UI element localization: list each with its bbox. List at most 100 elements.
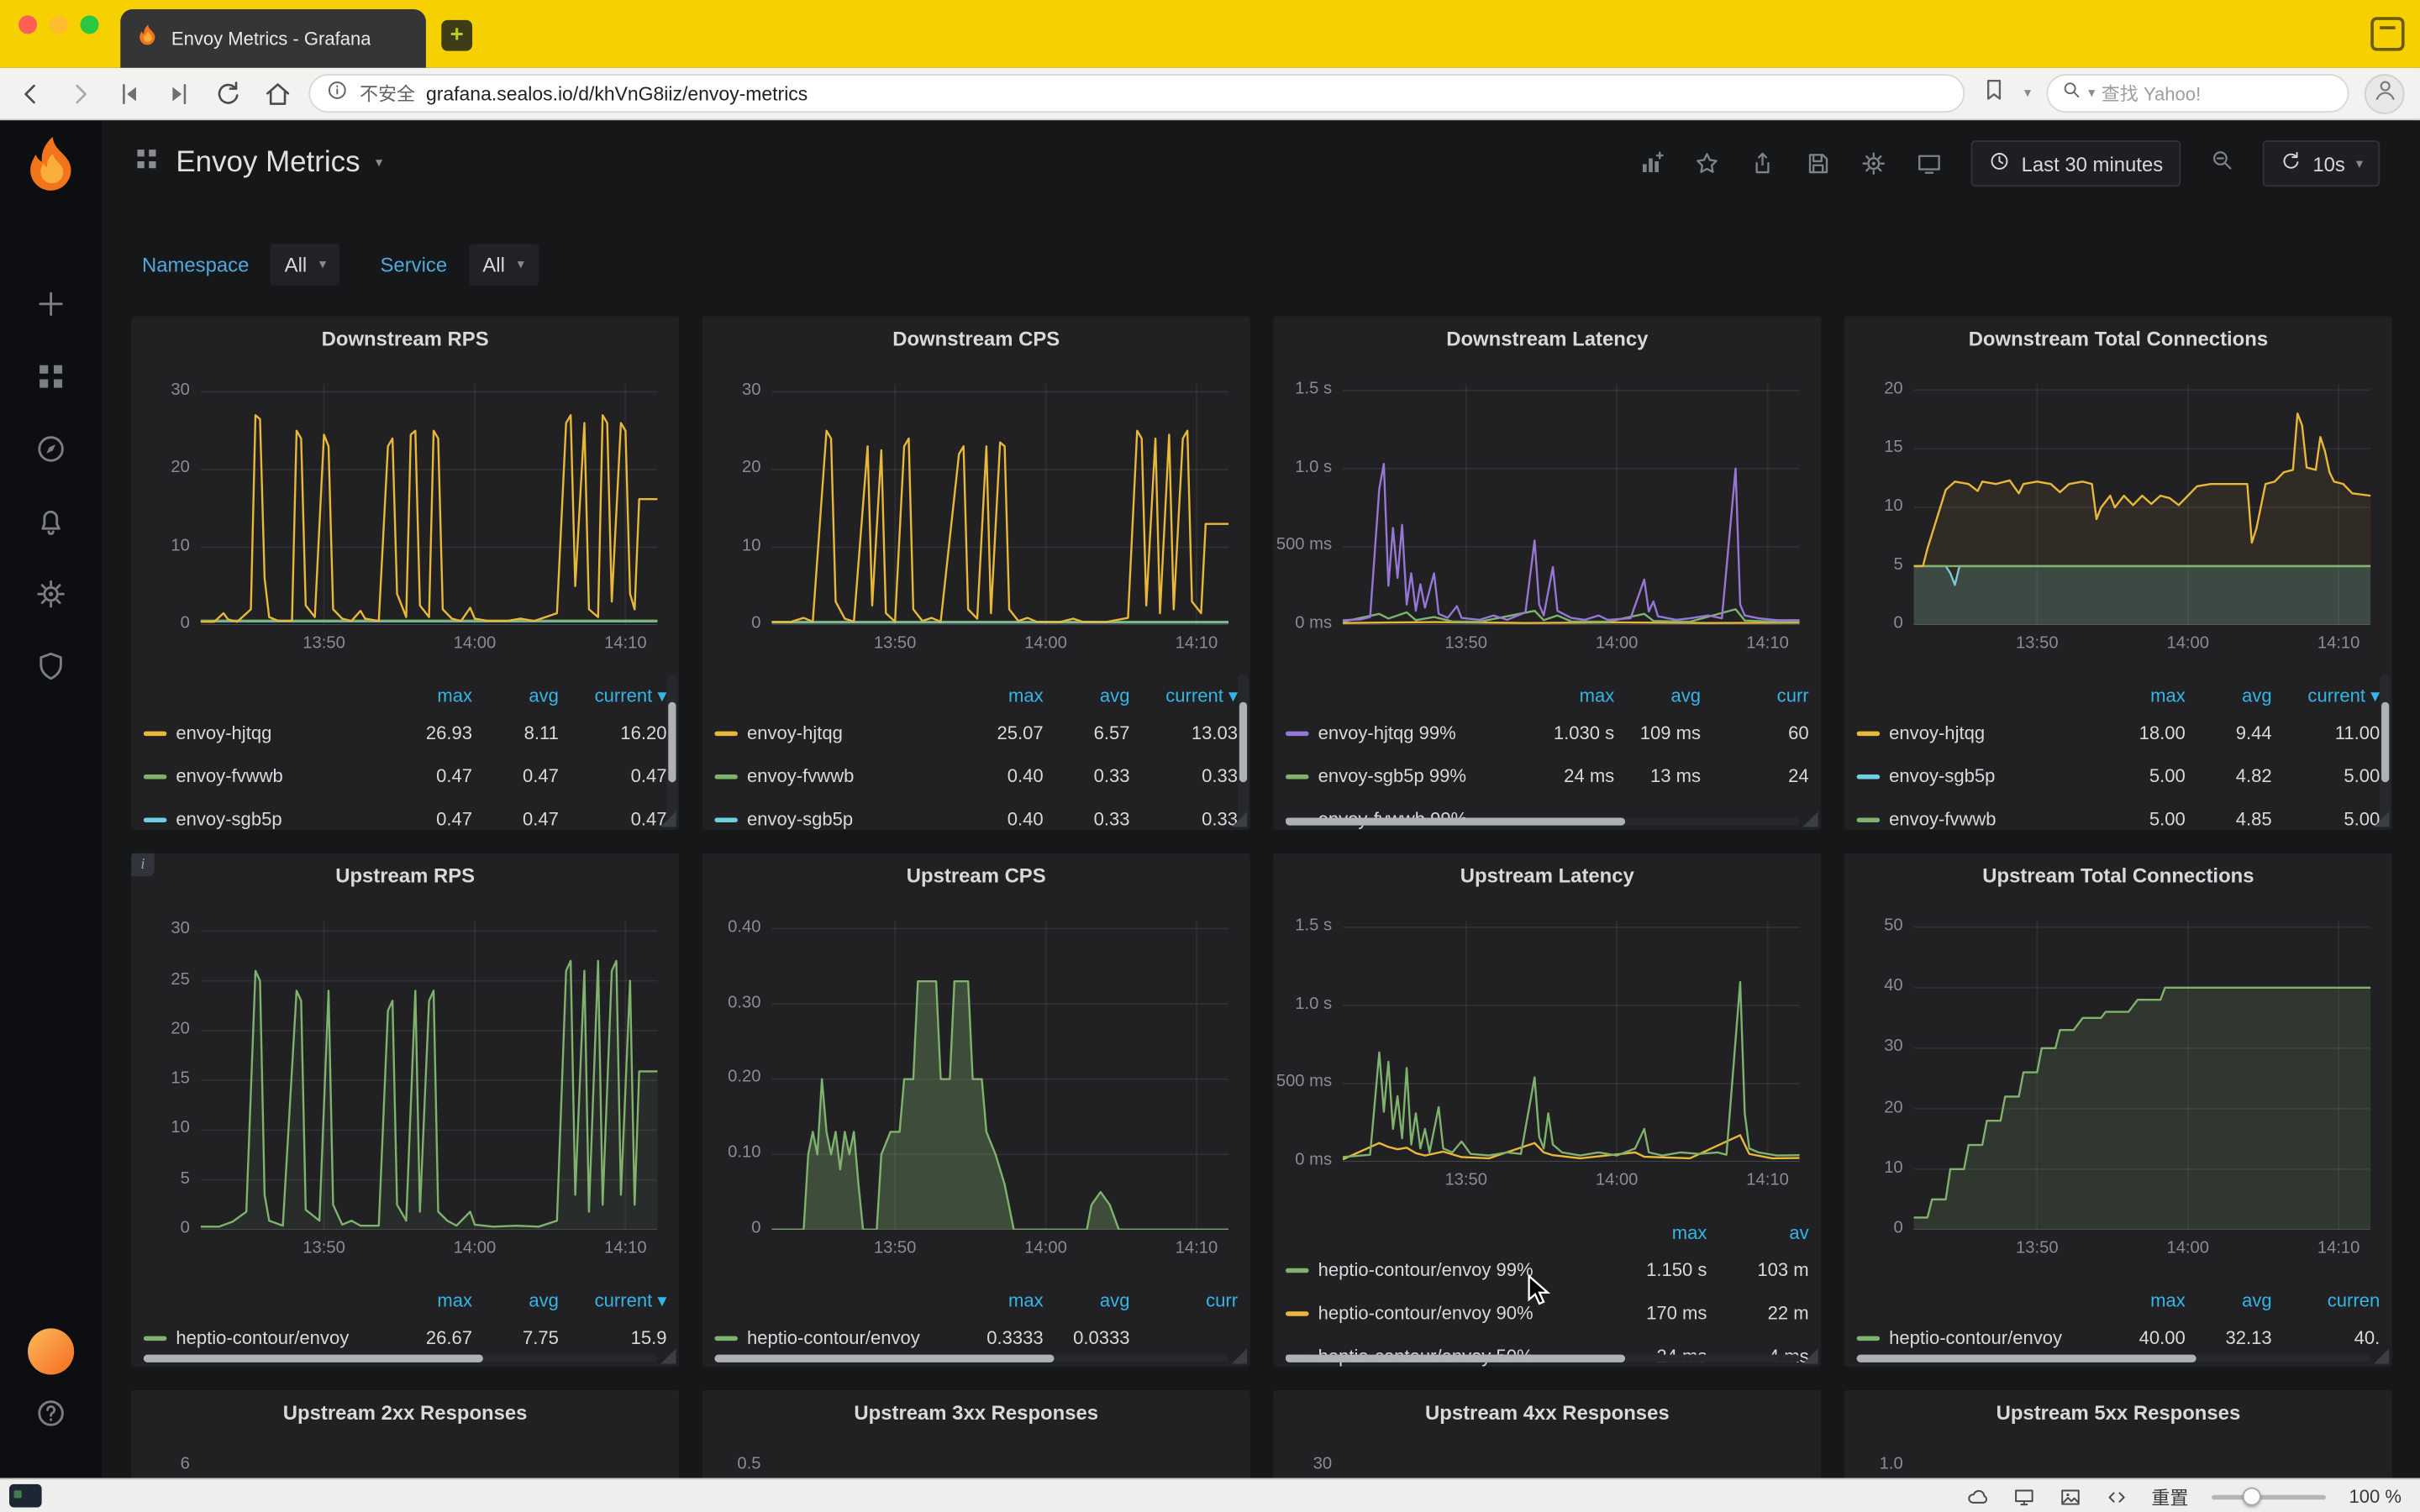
scrollbar-thumb[interactable] xyxy=(668,702,676,783)
legend-column-avg[interactable]: avg xyxy=(1044,685,1130,706)
legend-column-avg[interactable]: avg xyxy=(1614,685,1701,706)
legend-column-max[interactable]: max xyxy=(2099,685,2186,706)
slider-knob[interactable] xyxy=(2243,1488,2261,1506)
series-color-swatch[interactable] xyxy=(714,774,738,779)
star-icon[interactable] xyxy=(1692,150,1720,177)
legend-column-max[interactable]: max xyxy=(1528,685,1614,706)
create-plus-icon[interactable] xyxy=(34,287,67,321)
scrollbar-thumb[interactable] xyxy=(1857,1355,2196,1362)
share-icon[interactable] xyxy=(1748,150,1776,177)
panel-title[interactable]: Upstream CPS xyxy=(907,864,1046,887)
series-color-swatch[interactable] xyxy=(1857,817,1881,822)
panel-title[interactable]: Upstream 5xx Responses xyxy=(1996,1400,2241,1424)
profile-avatar[interactable] xyxy=(2365,73,2405,113)
scrollbar-thumb[interactable] xyxy=(2381,702,2389,783)
forward-icon[interactable] xyxy=(65,78,96,109)
legend-series[interactable]: heptio-contour/envoy xyxy=(714,1327,956,1349)
scrollbar-thumb[interactable] xyxy=(144,1355,483,1362)
skip-forward-icon[interactable] xyxy=(164,78,195,109)
back-icon[interactable] xyxy=(15,78,46,109)
scrollbar-thumb[interactable] xyxy=(1286,1355,1625,1362)
legend-series[interactable]: envoy-sgb5p xyxy=(144,808,386,830)
panel-info-icon[interactable]: i xyxy=(131,853,155,877)
image-icon[interactable] xyxy=(2059,1485,2082,1509)
close-window-button[interactable] xyxy=(18,15,37,34)
admin-icon[interactable] xyxy=(34,649,67,683)
panel-resize-handle[interactable] xyxy=(660,811,676,827)
zoom-slider[interactable] xyxy=(2212,1488,2326,1506)
dashboard-icon[interactable] xyxy=(133,145,160,181)
series-color-swatch[interactable] xyxy=(144,731,167,736)
series-color-swatch[interactable] xyxy=(714,817,738,822)
series-color-swatch[interactable] xyxy=(1286,774,1309,779)
panel-title[interactable]: Downstream Total Connections xyxy=(1969,326,2268,349)
series-color-swatch[interactable] xyxy=(714,1336,738,1341)
zoom-window-button[interactable] xyxy=(81,15,99,34)
reload-icon[interactable] xyxy=(213,78,244,109)
panel-title[interactable]: Downstream Latency xyxy=(1446,326,1648,349)
legend-column-curr[interactable]: curr xyxy=(1129,1289,1238,1311)
configuration-icon[interactable] xyxy=(34,577,67,611)
minimize-window-button[interactable] xyxy=(50,15,68,34)
legend-column-avg[interactable]: avg xyxy=(472,1289,559,1311)
series-color-swatch[interactable] xyxy=(1286,1268,1309,1273)
panel-resize-handle[interactable] xyxy=(1802,1348,1818,1363)
site-info-icon[interactable] xyxy=(326,78,350,109)
series-color-swatch[interactable] xyxy=(1857,731,1881,736)
chart-plot[interactable] xyxy=(771,921,1228,1230)
save-icon[interactable] xyxy=(1804,150,1832,177)
search-input[interactable] xyxy=(2102,82,2271,104)
search-box[interactable]: ▾ xyxy=(2047,74,2349,113)
series-color-swatch[interactable] xyxy=(144,1336,167,1341)
legend-column-max[interactable]: max xyxy=(386,1289,472,1311)
service-dropdown[interactable]: All ▾ xyxy=(469,244,539,286)
panel-title[interactable]: Downstream CPS xyxy=(892,326,1060,349)
legend-column-avg[interactable]: avg xyxy=(1044,1289,1130,1311)
chart-plot[interactable] xyxy=(201,384,658,625)
time-range-picker[interactable]: Last 30 minutes xyxy=(1970,140,2180,186)
panel-title[interactable]: Upstream Total Connections xyxy=(1982,864,2254,887)
legend-column-current[interactable]: current ▾ xyxy=(2272,685,2381,706)
legend-column-curr[interactable]: curr xyxy=(1701,685,1809,706)
series-color-swatch[interactable] xyxy=(714,731,738,736)
panel-title[interactable]: Upstream 4xx Responses xyxy=(1425,1400,1670,1424)
help-icon[interactable] xyxy=(34,1396,67,1438)
scrollbar-thumb[interactable] xyxy=(1239,702,1247,783)
legend-column-max[interactable]: max xyxy=(386,685,472,706)
legend-series[interactable]: envoy-sgb5p xyxy=(714,808,956,830)
settings-icon[interactable] xyxy=(1860,150,1887,177)
namespace-dropdown[interactable]: All ▾ xyxy=(271,244,340,286)
refresh-button[interactable]: 10s ▾ xyxy=(2262,140,2381,186)
legend-series[interactable]: envoy-sgb5p 99% xyxy=(1286,765,1528,787)
series-color-swatch[interactable] xyxy=(1857,774,1881,779)
legend-series[interactable]: envoy-hjtqg xyxy=(1857,722,2099,744)
zoom-out-icon[interactable] xyxy=(2207,146,2233,180)
cycle-view-icon[interactable] xyxy=(1915,150,1943,177)
legend-series[interactable]: heptio-contour/envoy xyxy=(144,1327,386,1349)
cloud-icon[interactable] xyxy=(1966,1485,1990,1509)
search-engine-caret-icon[interactable]: ▾ xyxy=(2088,85,2095,102)
panel-title[interactable]: Upstream RPS xyxy=(335,864,475,887)
panel-title[interactable]: Downstream RPS xyxy=(322,326,489,349)
capture-icon[interactable] xyxy=(2370,17,2404,50)
legend-column-av[interactable]: av xyxy=(1707,1221,1808,1243)
panel-title[interactable]: Upstream Latency xyxy=(1460,864,1634,887)
new-tab-button[interactable]: + xyxy=(441,20,472,51)
add-panel-icon[interactable] xyxy=(1637,150,1665,177)
chart-plot[interactable] xyxy=(1914,384,2371,625)
panel-title[interactable]: Upstream 3xx Responses xyxy=(854,1400,1098,1424)
legend-column-avg[interactable]: avg xyxy=(472,685,559,706)
alerting-icon[interactable] xyxy=(34,505,67,538)
legend-column-max[interactable]: max xyxy=(957,685,1044,706)
chart-plot[interactable] xyxy=(771,384,1228,625)
panel-resize-handle[interactable] xyxy=(2374,811,2389,827)
legend-column-curren[interactable]: curren xyxy=(2272,1289,2381,1311)
slider-track[interactable] xyxy=(2212,1495,2326,1500)
panel-resize-handle[interactable] xyxy=(1232,1348,1247,1363)
dashboard-title[interactable]: Envoy Metrics xyxy=(176,146,360,180)
chart-plot[interactable] xyxy=(1343,384,1800,625)
legend-series[interactable]: envoy-hjtqg xyxy=(714,722,956,744)
chart-plot[interactable] xyxy=(1343,921,1800,1163)
legend-series[interactable]: heptio-contour/envoy 90% xyxy=(1286,1302,1593,1324)
user-avatar[interactable] xyxy=(28,1328,74,1374)
